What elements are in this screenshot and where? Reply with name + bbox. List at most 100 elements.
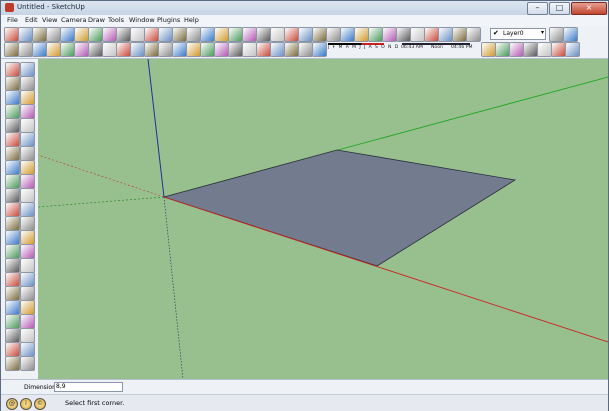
zoom-icon[interactable] <box>200 27 215 42</box>
new-icon[interactable] <box>284 27 299 42</box>
shaded-textures-icon[interactable] <box>74 42 89 57</box>
make-component-icon[interactable] <box>284 42 299 57</box>
redo-icon[interactable] <box>5 258 20 273</box>
eraser-icon[interactable] <box>88 27 103 42</box>
menu-camera[interactable]: Camera <box>61 16 87 24</box>
arc-icon[interactable] <box>5 90 20 105</box>
menu-plugins[interactable]: Plugins <box>157 16 180 24</box>
layer-dropdown[interactable]: ✔ Layer0 ▾ <box>490 28 546 40</box>
rectangle-face[interactable] <box>162 149 517 267</box>
info-icon[interactable]: i <box>20 398 32 410</box>
minimize-button[interactable]: – <box>527 2 548 15</box>
menu-view[interactable]: View <box>42 16 57 24</box>
erase-icon[interactable] <box>368 27 383 42</box>
paste-icon[interactable] <box>354 27 369 42</box>
make-component-icon[interactable] <box>74 27 89 42</box>
menu-file[interactable]: File <box>7 16 18 24</box>
layer-manager-icon[interactable] <box>172 42 187 57</box>
copy-icon[interactable] <box>5 230 20 245</box>
open-icon[interactable] <box>298 27 313 42</box>
pan-icon[interactable] <box>186 27 201 42</box>
orbit-icon[interactable] <box>5 146 20 161</box>
move-icon[interactable] <box>20 118 35 133</box>
arc-icon[interactable] <box>270 42 285 57</box>
rotate-icon[interactable] <box>144 27 159 42</box>
sandbox-icon[interactable] <box>186 42 201 57</box>
pencil-icon[interactable] <box>18 27 33 42</box>
orbit-icon[interactable] <box>172 27 187 42</box>
erase-icon[interactable] <box>5 244 20 259</box>
model-canvas[interactable] <box>38 59 608 379</box>
left-view-icon[interactable] <box>4 42 19 57</box>
print-icon[interactable] <box>410 27 425 42</box>
paint-bucket-icon[interactable] <box>312 42 327 57</box>
menu-edit[interactable]: Edit <box>25 16 38 24</box>
offset-icon[interactable] <box>523 42 538 57</box>
pan-icon[interactable] <box>551 42 566 57</box>
save-icon[interactable] <box>312 27 327 42</box>
select-icon[interactable] <box>4 27 19 42</box>
orbit-icon[interactable] <box>537 42 552 57</box>
offset-icon[interactable] <box>158 27 173 42</box>
share-model-icon[interactable] <box>242 27 257 42</box>
new-icon[interactable] <box>5 202 20 217</box>
menu-draw[interactable]: Draw <box>88 16 105 24</box>
select-icon[interactable] <box>5 62 20 77</box>
right-view-icon[interactable] <box>5 300 20 315</box>
dimensions-input[interactable]: 8,9 <box>54 382 123 392</box>
shaded-icon[interactable] <box>5 342 20 357</box>
rotate-icon[interactable] <box>5 132 20 147</box>
right-view-icon[interactable] <box>549 27 564 42</box>
close-button[interactable]: × <box>571 2 607 15</box>
pencil-icon[interactable] <box>228 42 243 57</box>
front-view-icon[interactable] <box>466 27 481 42</box>
get-models-icon[interactable] <box>228 27 243 42</box>
eraser-icon[interactable] <box>5 104 20 119</box>
circle-icon[interactable] <box>256 42 271 57</box>
select-icon[interactable] <box>214 42 229 57</box>
xray-icon[interactable] <box>20 314 35 329</box>
make-component-icon[interactable] <box>20 90 35 105</box>
menu-tools[interactable]: Tools <box>108 16 124 24</box>
undo-icon[interactable] <box>382 27 397 42</box>
shaded-textures-icon[interactable] <box>20 342 35 357</box>
zoom-icon[interactable] <box>5 160 20 175</box>
share-model-icon[interactable] <box>20 174 35 189</box>
paint-bucket-icon[interactable] <box>102 27 117 42</box>
display-shadows-icon[interactable] <box>116 42 131 57</box>
circle-icon[interactable] <box>46 27 61 42</box>
wireframe-icon[interactable] <box>5 328 20 343</box>
shaded-icon[interactable] <box>60 42 75 57</box>
menu-window[interactable]: Window <box>129 16 155 24</box>
pencil-icon[interactable] <box>20 62 35 77</box>
back-view-icon[interactable] <box>20 300 35 315</box>
model-info-icon[interactable] <box>424 27 439 42</box>
paint-bucket-icon[interactable] <box>20 104 35 119</box>
rectangle-icon[interactable] <box>242 42 257 57</box>
hidden-line-icon[interactable] <box>46 42 61 57</box>
get-models-icon[interactable] <box>5 174 20 189</box>
rectangle-icon[interactable] <box>32 27 47 42</box>
rectangle-icon[interactable] <box>5 76 20 91</box>
eraser-icon[interactable] <box>298 42 313 57</box>
pan-icon[interactable] <box>20 146 35 161</box>
model-info-icon[interactable] <box>5 272 20 287</box>
circle-icon[interactable] <box>20 76 35 91</box>
zoom-extents-icon[interactable] <box>214 27 229 42</box>
geo-location-icon[interactable]: @ <box>6 398 18 410</box>
rotate-icon[interactable] <box>509 42 524 57</box>
push-pull-icon[interactable] <box>5 118 20 133</box>
get-photo-texture-icon[interactable] <box>20 188 35 203</box>
undo-icon[interactable] <box>20 244 35 259</box>
open-icon[interactable] <box>20 202 35 217</box>
wireframe-icon[interactable] <box>32 42 47 57</box>
shadow-settings-icon[interactable] <box>20 356 35 371</box>
front-view-icon[interactable] <box>20 286 35 301</box>
cut-icon[interactable] <box>326 27 341 42</box>
monochrome-icon[interactable] <box>5 356 20 371</box>
left-view-icon[interactable] <box>5 314 20 329</box>
3d-warehouse-icon[interactable] <box>200 42 215 57</box>
move-icon[interactable] <box>130 27 145 42</box>
top-view-icon[interactable] <box>5 286 20 301</box>
xray-icon[interactable] <box>18 42 33 57</box>
